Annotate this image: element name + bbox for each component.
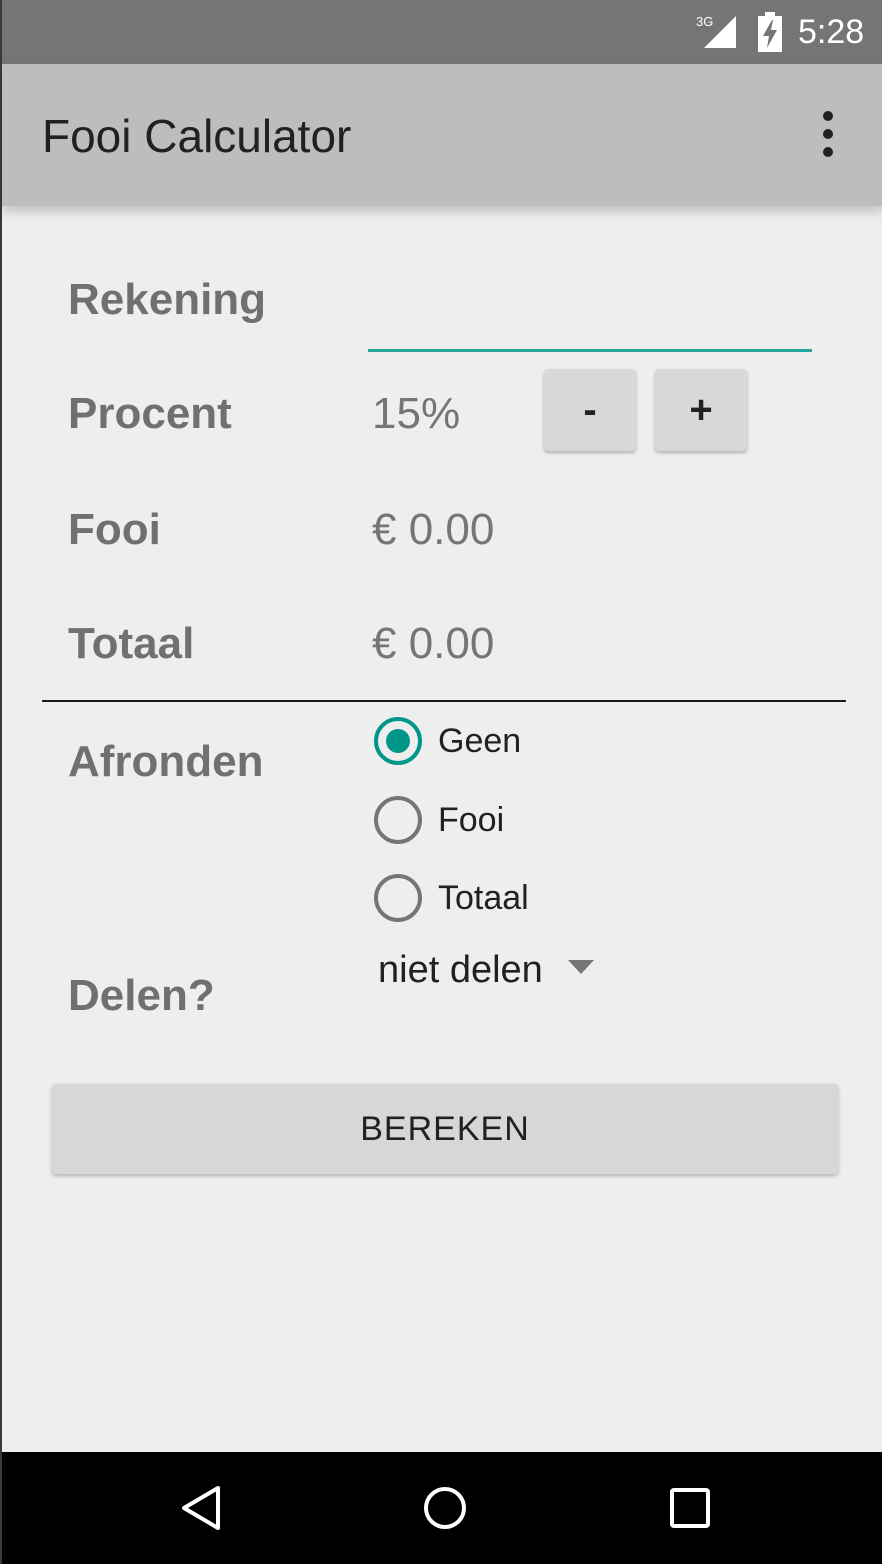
home-icon[interactable] (421, 1484, 469, 1532)
app-title: Fooi Calculator (42, 110, 352, 162)
status-time: 5:28 (798, 13, 865, 51)
procent-value: 15% (372, 389, 461, 438)
procent-label: Procent (68, 389, 232, 438)
signal-3g-icon: 3G (696, 14, 740, 50)
rekening-input[interactable] (368, 270, 812, 352)
delen-spinner[interactable]: niet delen (372, 942, 612, 998)
back-icon[interactable] (178, 1484, 226, 1532)
calculate-button[interactable]: BEREKEN (52, 1084, 838, 1174)
battery-charging-icon (756, 12, 784, 52)
more-vert-icon[interactable] (814, 108, 842, 160)
radio-geen[interactable]: Geen (372, 714, 672, 770)
status-bar: 3G 5:28 (2, 0, 882, 64)
radio-fooi[interactable]: Fooi (372, 793, 672, 849)
radio-label: Geen (438, 722, 522, 760)
app-screen: 3G 5:28 Fooi Calculator Rekening Procent (0, 0, 882, 1564)
fooi-label: Fooi (68, 505, 161, 554)
totaal-value: € 0.00 (372, 619, 495, 668)
app-bar: Fooi Calculator (2, 64, 882, 206)
nav-bar (2, 1452, 882, 1564)
spinner-value: niet delen (378, 949, 543, 991)
rekening-label: Rekening (68, 275, 267, 324)
recents-icon[interactable] (666, 1484, 714, 1532)
radio-unchecked-icon[interactable] (374, 796, 422, 844)
radio-unchecked-icon[interactable] (374, 874, 422, 922)
decrease-percent-button[interactable]: - (544, 369, 636, 451)
radio-label: Fooi (438, 801, 505, 839)
radio-checked-icon[interactable] (374, 717, 422, 765)
fooi-value: € 0.00 (372, 505, 495, 554)
svg-text:3G: 3G (696, 14, 713, 29)
radio-label: Totaal (438, 879, 529, 917)
totaal-label: Totaal (68, 619, 195, 668)
afronden-label: Afronden (68, 737, 264, 786)
increase-percent-button[interactable]: + (655, 369, 747, 451)
delen-label: Delen? (68, 971, 215, 1020)
divider (42, 700, 846, 702)
dropdown-arrow-icon (568, 960, 594, 974)
radio-totaal[interactable]: Totaal (372, 871, 672, 927)
